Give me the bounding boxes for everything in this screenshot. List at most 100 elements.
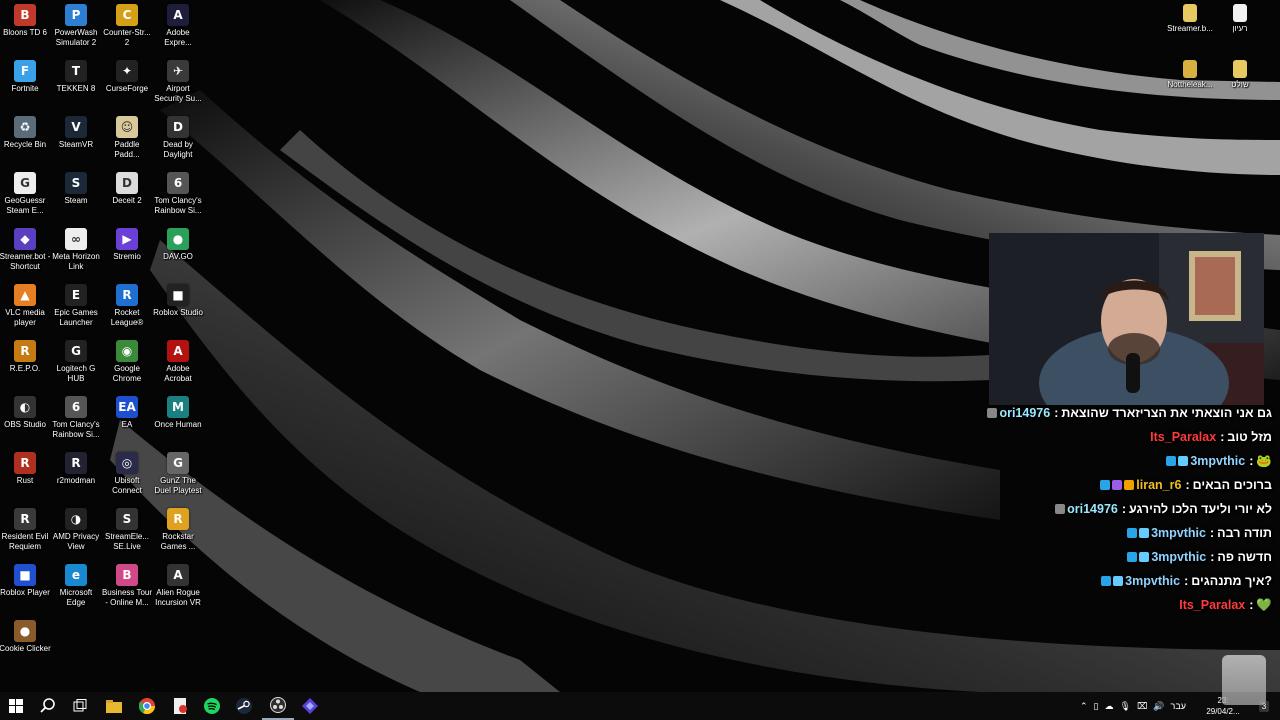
taskbar-steam[interactable] — [228, 692, 260, 720]
desktop-shortcut[interactable]: ■ Roblox Player — [0, 560, 51, 598]
desktop-shortcut-label: Meta Horizon Link — [52, 252, 100, 271]
chat-badge-icon — [1101, 576, 1112, 586]
desktop-shortcut-label: r2modman — [56, 476, 96, 485]
desktop-shortcut[interactable]: G GeoGuessr Steam E... — [0, 168, 51, 216]
chat-username: ori14976 — [1067, 502, 1118, 516]
desktop-shortcut[interactable]: C Counter-Str... 2 — [101, 0, 153, 48]
desktop-shortcut[interactable]: R Rust — [0, 448, 51, 486]
desktop-shortcut[interactable]: A Adobe Expre... — [152, 0, 204, 48]
desktop-shortcut[interactable]: P PowerWash Simulator 2 — [50, 0, 102, 48]
cloud-icon[interactable]: ☁ — [1105, 701, 1114, 712]
chevron-up-icon[interactable]: ⌃ — [1080, 701, 1088, 712]
once-human-icon: M — [167, 396, 189, 418]
desktop-shortcut[interactable]: e Microsoft Edge — [50, 560, 102, 608]
desktop-shortcut[interactable]: E Epic Games Launcher — [50, 280, 102, 328]
fortnite-icon: F — [14, 60, 36, 82]
desktop-shortcut[interactable]: ∞ Meta Horizon Link — [50, 224, 102, 272]
desktop-shortcut[interactable]: ♻ Recycle Bin — [0, 112, 51, 150]
chat-message-text: 💚 — [1256, 597, 1272, 612]
network-icon[interactable]: ⌧ — [1137, 701, 1147, 712]
desktop-shortcut[interactable]: ◐ OBS Studio — [0, 392, 51, 430]
desktop-shortcut[interactable]: ◎ Ubisoft Connect — [101, 448, 153, 496]
desktop-shortcut[interactable]: שולט — [1214, 56, 1266, 90]
desktop-shortcut[interactable]: T TEKKEN 8 — [50, 56, 102, 94]
desktop-shortcut[interactable]: R Rockstar Games ... — [152, 504, 204, 552]
desktop-shortcut[interactable]: ☺ Paddle Padd... — [101, 112, 153, 160]
chat-message: liran_r6: ברוכים הבאים — [1100, 474, 1272, 496]
desktop-shortcut[interactable]: V SteamVR — [50, 112, 102, 150]
desktop-shortcut[interactable]: D Deceit 2 — [101, 168, 153, 206]
desktop-shortcut[interactable]: Rr2modman — [50, 448, 102, 486]
desktop-shortcut[interactable]: ● Cookie Clicker — [0, 616, 51, 654]
desktop-shortcut[interactable]: ▶ Stremio — [101, 224, 153, 262]
device-icon[interactable]: ▯ — [1094, 701, 1099, 712]
system-tray: ⌃ ▯ ☁ 🎙 ⌧ 🔊 עבר — [1080, 692, 1200, 720]
desktop-shortcut-label: CurseForge — [105, 84, 149, 93]
desktop-shortcut[interactable]: 6 Tom Clancy's Rainbow Si... — [50, 392, 102, 440]
desktop-shortcut[interactable]: S StreamEle... SE.Live — [101, 504, 153, 552]
desktop-shortcut[interactable]: 6 Tom Clancy's Rainbow Si... — [152, 168, 204, 216]
desktop-shortcut[interactable]: R R.E.P.O. — [0, 336, 51, 374]
desktop-shortcut[interactable]: EA EA — [101, 392, 153, 430]
streamerbot-icon: ◆ — [14, 228, 36, 250]
desktop-shortcut-label: Streamer.b... — [1167, 24, 1213, 33]
taskbar-file-explorer[interactable] — [98, 692, 130, 720]
desktop-shortcut[interactable]: Nottheleak... — [1164, 56, 1216, 90]
roblox-studio-icon: ■ — [167, 284, 189, 306]
taskbar-chrome[interactable] — [131, 692, 163, 720]
desktop-shortcut[interactable]: Streamer.b... — [1164, 0, 1216, 34]
desktop-shortcut-label: Logitech G HUB — [56, 364, 96, 383]
desktop-shortcut[interactable]: ▲ VLC media player — [0, 280, 51, 328]
desktop-shortcut[interactable]: G GunZ The Duel Playtest — [152, 448, 204, 496]
desktop-shortcut[interactable]: B Business Tour - Online M... — [101, 560, 153, 608]
taskbar-streamerbot[interactable] — [164, 692, 196, 720]
desktop-shortcut[interactable]: A Adobe Acrobat — [152, 336, 204, 384]
vlc-icon: ▲ — [14, 284, 36, 306]
windows-start-icon — [9, 699, 23, 713]
davgo-icon: ● — [167, 228, 189, 250]
desktop-shortcut-label: Streamer.bot - Shortcut — [0, 252, 51, 271]
obs-icon: ◐ — [14, 396, 36, 418]
desktop-shortcut[interactable]: B Bloons TD 6 — [0, 0, 51, 38]
desktop-shortcut[interactable]: ● DAV.GO — [152, 224, 204, 262]
taskbar-obs[interactable] — [262, 692, 294, 720]
logitech-icon: G — [65, 340, 87, 362]
taskbar-streamerbot-app[interactable] — [294, 692, 326, 720]
microphone-icon[interactable]: 🎙 — [1120, 701, 1131, 712]
alien-rogue-icon: A — [167, 564, 189, 586]
desktop-shortcut[interactable]: ✈ Airport Security Su... — [152, 56, 204, 104]
chat-badge-icon — [1127, 528, 1138, 538]
search-button[interactable] — [32, 692, 64, 720]
desktop-shortcut-label: Google Chrome — [112, 364, 142, 383]
start-button[interactable] — [0, 692, 32, 720]
desktop-shortcut[interactable]: ◑ AMD Privacy View — [50, 504, 102, 552]
desktop-shortcut[interactable]: R Resident Evil Requiem — [0, 504, 51, 552]
desktop-shortcut[interactable]: A Alien Rogue Incursion VR — [152, 560, 204, 608]
desktop-shortcut[interactable]: ✦ CurseForge — [101, 56, 153, 94]
desktop-shortcut-label: רעיון — [1232, 24, 1248, 33]
chat-message: 3mpvthic: תודה רבה — [1127, 522, 1272, 544]
desktop-shortcut[interactable]: רעיון — [1214, 0, 1266, 34]
chat-badge-icon — [1055, 504, 1066, 514]
volume-icon[interactable]: 🔊 — [1153, 701, 1164, 712]
chat-message: 3mpvthic: 🐸 — [1166, 450, 1272, 472]
task-view-button[interactable] — [64, 692, 96, 720]
adobe-express-icon: A — [167, 4, 189, 26]
desktop-shortcut-label: EA — [121, 420, 133, 429]
acrobat-icon: A — [167, 340, 189, 362]
desktop-shortcut[interactable]: ■ Roblox Studio — [152, 280, 204, 318]
desktop-shortcut[interactable]: ◆ Streamer.bot - Shortcut — [0, 224, 51, 272]
chat-separator: : — [1220, 430, 1225, 444]
chat-badge-icon — [1124, 480, 1135, 490]
desktop-shortcut[interactable]: D Dead by Daylight — [152, 112, 204, 160]
chat-username: Its_Paralax — [1179, 598, 1246, 612]
desktop-shortcut[interactable]: R Rocket League® — [101, 280, 153, 328]
desktop-shortcut[interactable]: S Steam — [50, 168, 102, 206]
desktop-shortcut[interactable]: F Fortnite — [0, 56, 51, 94]
desktop-shortcut[interactable]: M Once Human — [152, 392, 204, 430]
desktop-shortcut[interactable]: ◉ Google Chrome — [101, 336, 153, 384]
desktop-shortcut[interactable]: G Logitech G HUB — [50, 336, 102, 384]
webcam-overlay — [989, 233, 1264, 405]
input-language[interactable]: עבר — [1171, 701, 1186, 711]
taskbar-spotify[interactable] — [196, 692, 228, 720]
